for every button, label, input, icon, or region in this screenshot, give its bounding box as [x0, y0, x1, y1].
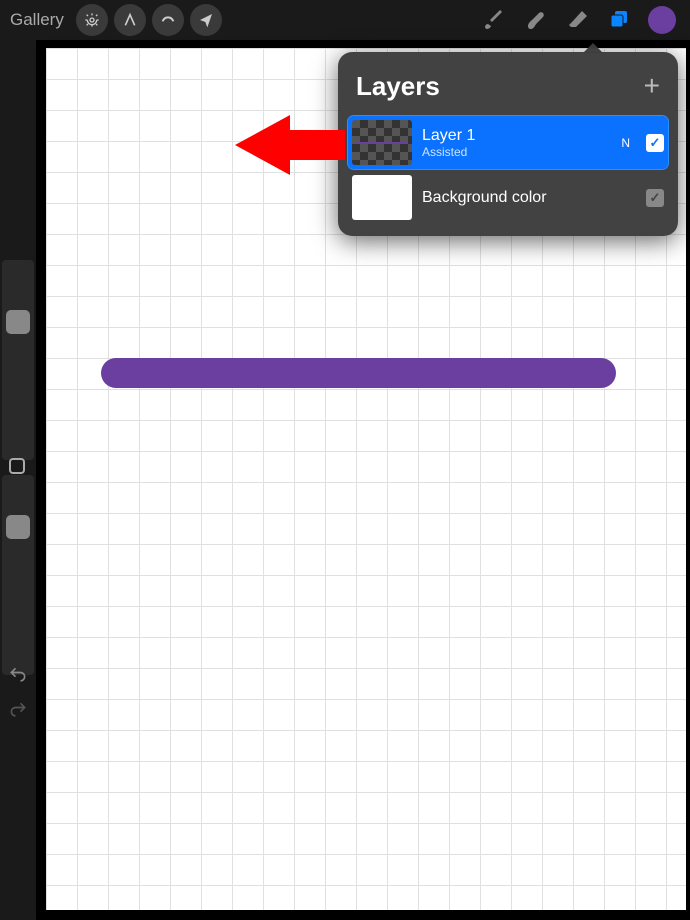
brush-icon[interactable] — [476, 2, 512, 38]
layer-subtitle-label: Assisted — [422, 145, 611, 159]
side-toolbar — [0, 40, 36, 920]
layers-panel: Layers + Layer 1 Assisted N ✓ Background… — [338, 52, 678, 236]
drawn-stroke — [101, 358, 616, 388]
selection-icon[interactable] — [152, 4, 184, 36]
layer-name-label: Background color — [422, 189, 636, 207]
layer-row[interactable]: Layer 1 Assisted N ✓ — [348, 116, 668, 169]
undo-icon[interactable] — [8, 665, 28, 690]
layer-name-label: Layer 1 — [422, 127, 611, 145]
eraser-icon[interactable] — [560, 2, 596, 38]
actions-icon[interactable] — [76, 4, 108, 36]
color-picker[interactable] — [644, 2, 680, 38]
blend-mode-badge[interactable]: N — [621, 136, 630, 150]
modify-button[interactable] — [9, 458, 25, 474]
layers-icon[interactable] — [602, 2, 638, 38]
layers-panel-title: Layers — [356, 71, 440, 102]
brush-opacity-slider[interactable] — [2, 475, 34, 675]
layer-row[interactable]: Background color ✓ — [348, 171, 668, 224]
layer-thumbnail[interactable] — [352, 120, 412, 165]
transform-icon[interactable] — [190, 4, 222, 36]
smudge-icon[interactable] — [518, 2, 554, 38]
layer-visibility-checkbox[interactable]: ✓ — [646, 134, 664, 152]
brush-size-slider[interactable] — [2, 260, 34, 460]
top-toolbar: Gallery — [0, 0, 690, 40]
add-layer-button[interactable]: + — [644, 70, 660, 102]
adjustments-icon[interactable] — [114, 4, 146, 36]
redo-icon[interactable] — [8, 700, 28, 725]
layer-thumbnail[interactable] — [352, 175, 412, 220]
gallery-button[interactable]: Gallery — [10, 10, 64, 30]
layer-visibility-checkbox[interactable]: ✓ — [646, 189, 664, 207]
